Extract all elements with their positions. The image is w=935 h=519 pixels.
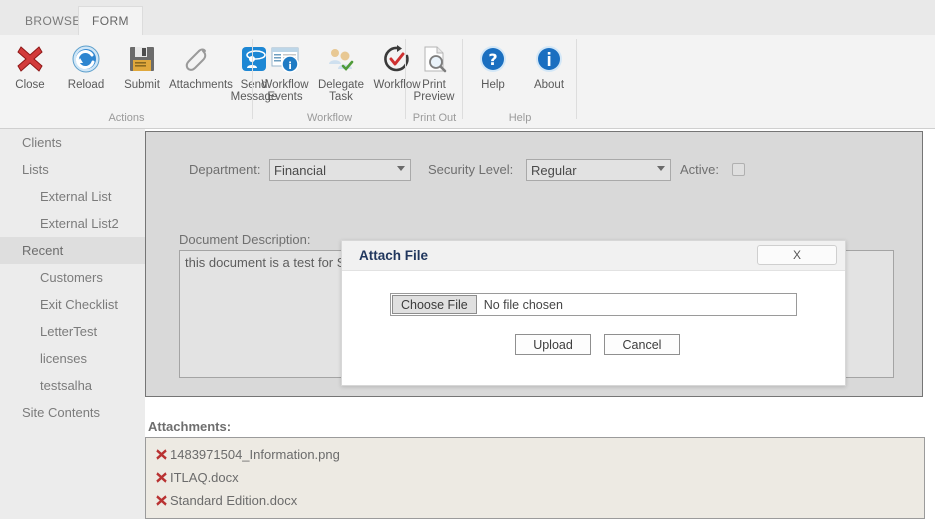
info-icon <box>534 42 564 76</box>
active-checkbox[interactable] <box>732 163 745 176</box>
ribbon-group-help: ? Help About Help <box>463 35 577 128</box>
ribbon-group-separator <box>576 39 577 119</box>
workflow-events-icon <box>270 42 300 76</box>
floppy-disk-save-icon <box>127 42 157 76</box>
sidebar-item-lettertest[interactable]: LetterTest <box>0 318 145 345</box>
close-button[interactable]: X <box>757 245 837 265</box>
attachments-list: 1483971504_Information.png ITLAQ.docx St… <box>145 437 925 519</box>
dialog-title: Attach File <box>359 248 429 263</box>
red-x-icon[interactable] <box>155 494 168 507</box>
red-x-icon[interactable] <box>155 448 168 461</box>
ribbon-button-label: Close <box>15 79 45 91</box>
list-item[interactable]: ITLAQ.docx <box>146 466 924 489</box>
ribbon-group-label: Help <box>508 112 532 124</box>
choose-file-button[interactable]: Choose File <box>392 295 477 314</box>
sidebar-item-external-list2[interactable]: External List2 <box>0 210 145 237</box>
cancel-button[interactable]: Cancel <box>604 334 680 355</box>
ribbon-button-reload[interactable]: Reload <box>58 39 114 103</box>
department-label: Department: <box>189 162 261 177</box>
ribbon: Close Reload Submit Attachments Send Mes… <box>0 35 935 129</box>
ribbon-group-print-out: Print Preview Print Out <box>406 35 463 128</box>
attachment-name: ITLAQ.docx <box>170 470 239 485</box>
file-status-text: No file chosen <box>483 297 563 312</box>
ribbon-button-help[interactable]: ? Help <box>465 39 521 101</box>
question-mark-icon: ? <box>478 42 508 76</box>
attachments-label: Attachments: <box>148 419 232 434</box>
sidebar-item-customers[interactable]: Customers <box>0 264 145 291</box>
ribbon-group-workflow: Workflow Events Delegate Task Workflow W… <box>253 35 421 128</box>
sidebar-item-licenses[interactable]: licenses <box>0 345 145 372</box>
tab-form[interactable]: FORM <box>78 6 143 35</box>
sidebar-item-clients[interactable]: Clients <box>0 129 145 156</box>
list-item[interactable]: Standard Edition.docx <box>146 489 924 512</box>
security-level-label: Security Level: <box>428 162 514 177</box>
ribbon-button-about[interactable]: About <box>521 39 577 101</box>
ribbon-button-close[interactable]: Close <box>2 39 58 103</box>
paperclip-icon <box>183 42 213 76</box>
ribbon-group-actions: Close Reload Submit Attachments Send Mes… <box>0 35 277 128</box>
red-x-icon <box>15 42 45 76</box>
department-select[interactable]: Financial <box>269 159 411 181</box>
sidebar-item-exit-checklist[interactable]: Exit Checklist <box>0 291 145 318</box>
security-level-select-wrap: Regular <box>526 159 671 181</box>
ribbon-button-label: About <box>533 79 565 91</box>
print-preview-icon <box>419 42 449 76</box>
ribbon-button-label: Help <box>481 79 505 91</box>
ribbon-button-attachments[interactable]: Attachments <box>169 39 233 103</box>
ribbon-group-label: Print Out <box>412 112 457 124</box>
list-item[interactable]: 1483971504_Information.png <box>146 443 924 466</box>
sidebar-item-lists[interactable]: Lists <box>0 156 145 183</box>
ribbon-button-label: Delegate Task <box>317 79 365 103</box>
ribbon-button-label: Reload <box>67 79 105 91</box>
department-select-wrap: Financial <box>269 159 411 181</box>
active-label: Active: <box>680 162 720 177</box>
file-input-row[interactable]: Choose File No file chosen <box>390 293 797 316</box>
security-level-select[interactable]: Regular <box>526 159 671 181</box>
delegate-task-icon <box>326 42 356 76</box>
ribbon-button-label: Print Preview <box>413 79 455 103</box>
document-description-label: Document Description: <box>179 232 311 247</box>
attachment-name: Standard Edition.docx <box>170 493 298 508</box>
ribbon-button-workflow-events[interactable]: Workflow Events <box>257 39 313 103</box>
dialog-titlebar: Attach File X <box>342 241 845 271</box>
ribbon-button-label: Workflow Events <box>261 79 309 103</box>
ribbon-button-label: Attachments <box>169 79 233 91</box>
sidebar-item-external-list[interactable]: External List <box>0 183 145 210</box>
svg-text:?: ? <box>488 50 497 69</box>
ribbon-button-submit[interactable]: Submit <box>114 39 170 103</box>
sidebar-item-recent[interactable]: Recent <box>0 237 145 264</box>
ribbon-group-label: Workflow <box>306 112 353 124</box>
attach-file-dialog: Attach File X Choose File No file chosen… <box>341 240 846 386</box>
ribbon-button-delegate-task[interactable]: Delegate Task <box>313 39 369 103</box>
upload-button[interactable]: Upload <box>515 334 591 355</box>
ribbon-button-label: Submit <box>124 79 160 91</box>
sidebar-item-testsalha[interactable]: testsalha <box>0 372 145 399</box>
ribbon-group-label: Actions <box>108 112 145 124</box>
red-x-icon[interactable] <box>155 471 168 484</box>
blue-refresh-icon <box>71 42 101 76</box>
attachment-name: 1483971504_Information.png <box>170 447 340 462</box>
sidebar-item-site-contents[interactable]: Site Contents <box>0 399 145 426</box>
sidebar: Clients Lists External List External Lis… <box>0 129 145 519</box>
ribbon-tabstrip: BROWSE FORM <box>0 0 935 36</box>
application-window: BROWSE FORM Close Reload Submit Attachme… <box>0 0 935 519</box>
ribbon-button-print-preview[interactable]: Print Preview <box>406 39 462 103</box>
